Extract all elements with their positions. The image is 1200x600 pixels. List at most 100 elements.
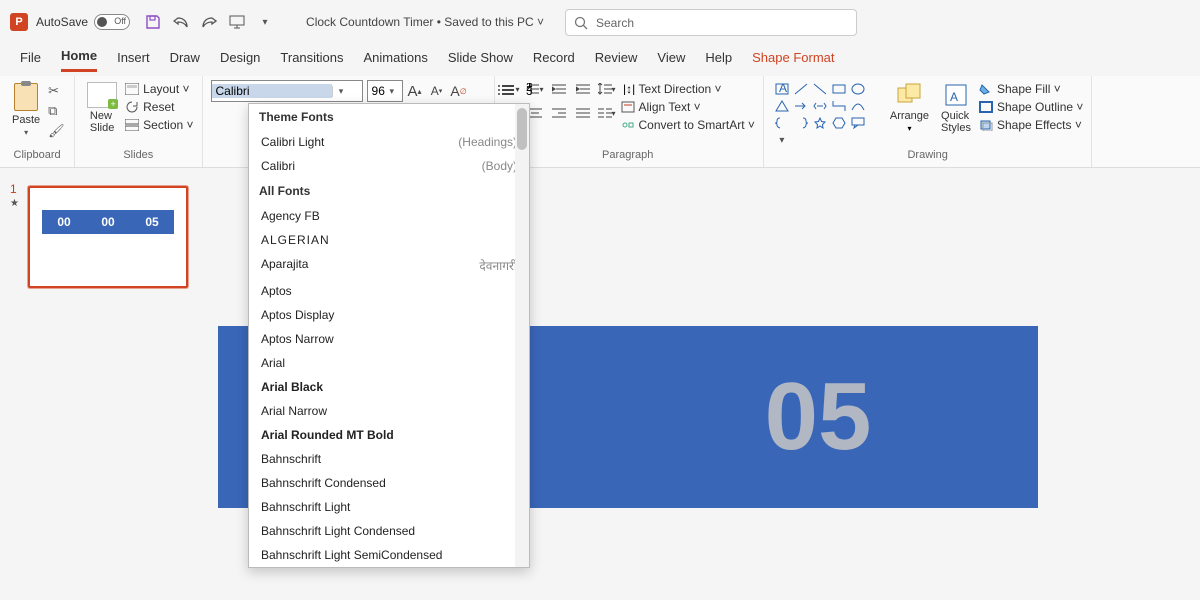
font-item-algerian[interactable]: ALGERIAN: [249, 228, 529, 252]
shape-more-icon[interactable]: ▾: [774, 133, 790, 147]
font-name-combobox[interactable]: ▾: [211, 80, 363, 102]
redo-icon[interactable]: [200, 13, 218, 31]
ribbon: Paste ▾ ✂ ⧉ 🖌 Clipboard New Slide Layout…: [0, 76, 1200, 168]
shape-rect-icon[interactable]: [831, 82, 847, 96]
font-item-bahnschrift[interactable]: Bahnschrift: [249, 447, 529, 471]
format-painter-icon[interactable]: 🖌: [48, 124, 66, 138]
font-item-bahnschrift-light[interactable]: Bahnschrift Light: [249, 495, 529, 519]
arrange-button[interactable]: Arrange▾: [886, 80, 933, 135]
shape-line2-icon[interactable]: [812, 82, 828, 96]
font-item-arial[interactable]: Arial: [249, 351, 529, 375]
tab-design[interactable]: Design: [220, 50, 260, 71]
increase-indent-icon[interactable]: [573, 80, 593, 98]
shape-callout-icon[interactable]: [850, 116, 866, 130]
shape-oval-icon[interactable]: [850, 82, 866, 96]
scrollbar-thumb[interactable]: [517, 108, 527, 150]
clear-formatting-icon[interactable]: A∅: [449, 81, 469, 101]
bullets-icon[interactable]: ▾: [501, 80, 521, 98]
font-name-dropdown-icon[interactable]: ▾: [332, 86, 350, 97]
font-dropdown[interactable]: Theme Fonts Calibri Light(Headings) Cali…: [248, 103, 530, 568]
shape-doublearrow-icon[interactable]: [812, 99, 828, 113]
dropdown-scrollbar[interactable]: [515, 104, 529, 567]
shape-arrow-icon[interactable]: [793, 99, 809, 113]
tab-draw[interactable]: Draw: [170, 50, 200, 71]
search-box[interactable]: Search: [565, 9, 857, 36]
search-placeholder: Search: [596, 16, 634, 30]
new-slide-button[interactable]: New Slide: [83, 80, 121, 136]
font-item-aptos[interactable]: Aptos: [249, 279, 529, 303]
tab-file[interactable]: File: [20, 50, 41, 71]
font-item-agency[interactable]: Agency FB: [249, 204, 529, 228]
shape-brace2-icon[interactable]: [793, 116, 809, 130]
cut-icon[interactable]: ✂: [48, 84, 66, 98]
copy-icon[interactable]: ⧉: [48, 104, 66, 118]
shape-effects-button[interactable]: Shape Effects ˅: [979, 118, 1083, 132]
convert-smartart-button[interactable]: Convert to SmartArt ˅: [621, 118, 755, 132]
shapes-gallery[interactable]: A ▾: [772, 80, 882, 149]
font-item-calibri-light[interactable]: Calibri Light(Headings): [249, 130, 529, 154]
tab-review[interactable]: Review: [595, 50, 638, 71]
shape-hexagon-icon[interactable]: [831, 116, 847, 130]
all-fonts-header: All Fonts: [249, 178, 529, 204]
numbering-icon[interactable]: 123▾: [525, 80, 545, 98]
reset-button[interactable]: Reset: [125, 100, 193, 114]
columns-icon[interactable]: ▾: [597, 104, 617, 122]
tab-record[interactable]: Record: [533, 50, 575, 71]
text-direction-button[interactable]: |↕|Text Direction ˅: [621, 82, 755, 96]
shape-elbow-icon[interactable]: [831, 99, 847, 113]
font-item-bahnschrift-light-semicond[interactable]: Bahnschrift Light SemiCondensed: [249, 543, 529, 567]
font-size-dropdown-icon[interactable]: ▾: [390, 86, 402, 97]
slide-panel[interactable]: 1 ★ 00 00 05: [0, 168, 218, 600]
align-text-button[interactable]: Align Text ˅: [621, 100, 755, 114]
shape-textbox-icon[interactable]: A: [774, 82, 790, 96]
shape-fill-button[interactable]: Shape Fill ˅: [979, 82, 1083, 96]
font-item-aptos-display[interactable]: Aptos Display: [249, 303, 529, 327]
group-clipboard: Paste ▾ ✂ ⧉ 🖌 Clipboard: [0, 76, 75, 167]
save-icon[interactable]: [144, 13, 162, 31]
shape-curve-icon[interactable]: [850, 99, 866, 113]
shape-triangle-icon[interactable]: [774, 99, 790, 113]
document-title[interactable]: Clock Countdown Timer • Saved to this PC…: [306, 15, 544, 29]
shape-outline-button[interactable]: Shape Outline ˅: [979, 100, 1083, 114]
decrease-font-icon[interactable]: A▾: [427, 81, 447, 101]
tab-help[interactable]: Help: [705, 50, 732, 71]
paste-button[interactable]: Paste ▾: [8, 80, 44, 139]
font-size-combobox[interactable]: 96 ▾: [367, 80, 403, 102]
font-name-input[interactable]: [212, 84, 332, 98]
font-item-calibri[interactable]: Calibri(Body): [249, 154, 529, 178]
section-button[interactable]: Section ˅: [125, 118, 193, 132]
font-item-arial-rounded[interactable]: Arial Rounded MT Bold: [249, 423, 529, 447]
tab-slideshow[interactable]: Slide Show: [448, 50, 513, 71]
search-icon: [574, 16, 588, 30]
tab-transitions[interactable]: Transitions: [280, 50, 343, 71]
decrease-indent-icon[interactable]: [549, 80, 569, 98]
font-item-arial-narrow[interactable]: Arial Narrow: [249, 399, 529, 423]
paste-icon: [12, 82, 40, 112]
increase-font-icon[interactable]: A▴: [405, 81, 425, 101]
tab-animations[interactable]: Animations: [364, 50, 428, 71]
font-item-bahnschrift-light-cond[interactable]: Bahnschrift Light Condensed: [249, 519, 529, 543]
quick-styles-button[interactable]: A Quick Styles: [937, 80, 975, 136]
present-icon[interactable]: [228, 13, 246, 31]
qat-more-icon[interactable]: ▾: [256, 13, 274, 31]
toggle-switch[interactable]: Off: [94, 14, 130, 30]
layout-button[interactable]: Layout ˅: [125, 82, 193, 96]
tab-view[interactable]: View: [657, 50, 685, 71]
tab-shape-format[interactable]: Shape Format: [752, 50, 834, 71]
autosave-toggle[interactable]: AutoSave Off: [36, 14, 130, 30]
shape-star-icon[interactable]: [812, 116, 828, 130]
slide-thumbnail[interactable]: 00 00 05: [28, 186, 188, 288]
font-item-aparajita[interactable]: Aparajitaदेवनागरी: [249, 252, 529, 279]
align-right-icon[interactable]: [549, 104, 569, 122]
tab-insert[interactable]: Insert: [117, 50, 150, 71]
group-paragraph: ▾ 123▾ ▾ ▾ |↕|Text Direction ˅ Align Tex…: [493, 76, 764, 167]
shape-line-icon[interactable]: [793, 82, 809, 96]
undo-icon[interactable]: [172, 13, 190, 31]
shape-brace-icon[interactable]: [774, 116, 790, 130]
line-spacing-icon[interactable]: ▾: [597, 80, 617, 98]
font-item-arial-black[interactable]: Arial Black: [249, 375, 529, 399]
justify-icon[interactable]: [573, 104, 593, 122]
tab-home[interactable]: Home: [61, 48, 97, 72]
font-item-aptos-narrow[interactable]: Aptos Narrow: [249, 327, 529, 351]
font-item-bahnschrift-cond[interactable]: Bahnschrift Condensed: [249, 471, 529, 495]
